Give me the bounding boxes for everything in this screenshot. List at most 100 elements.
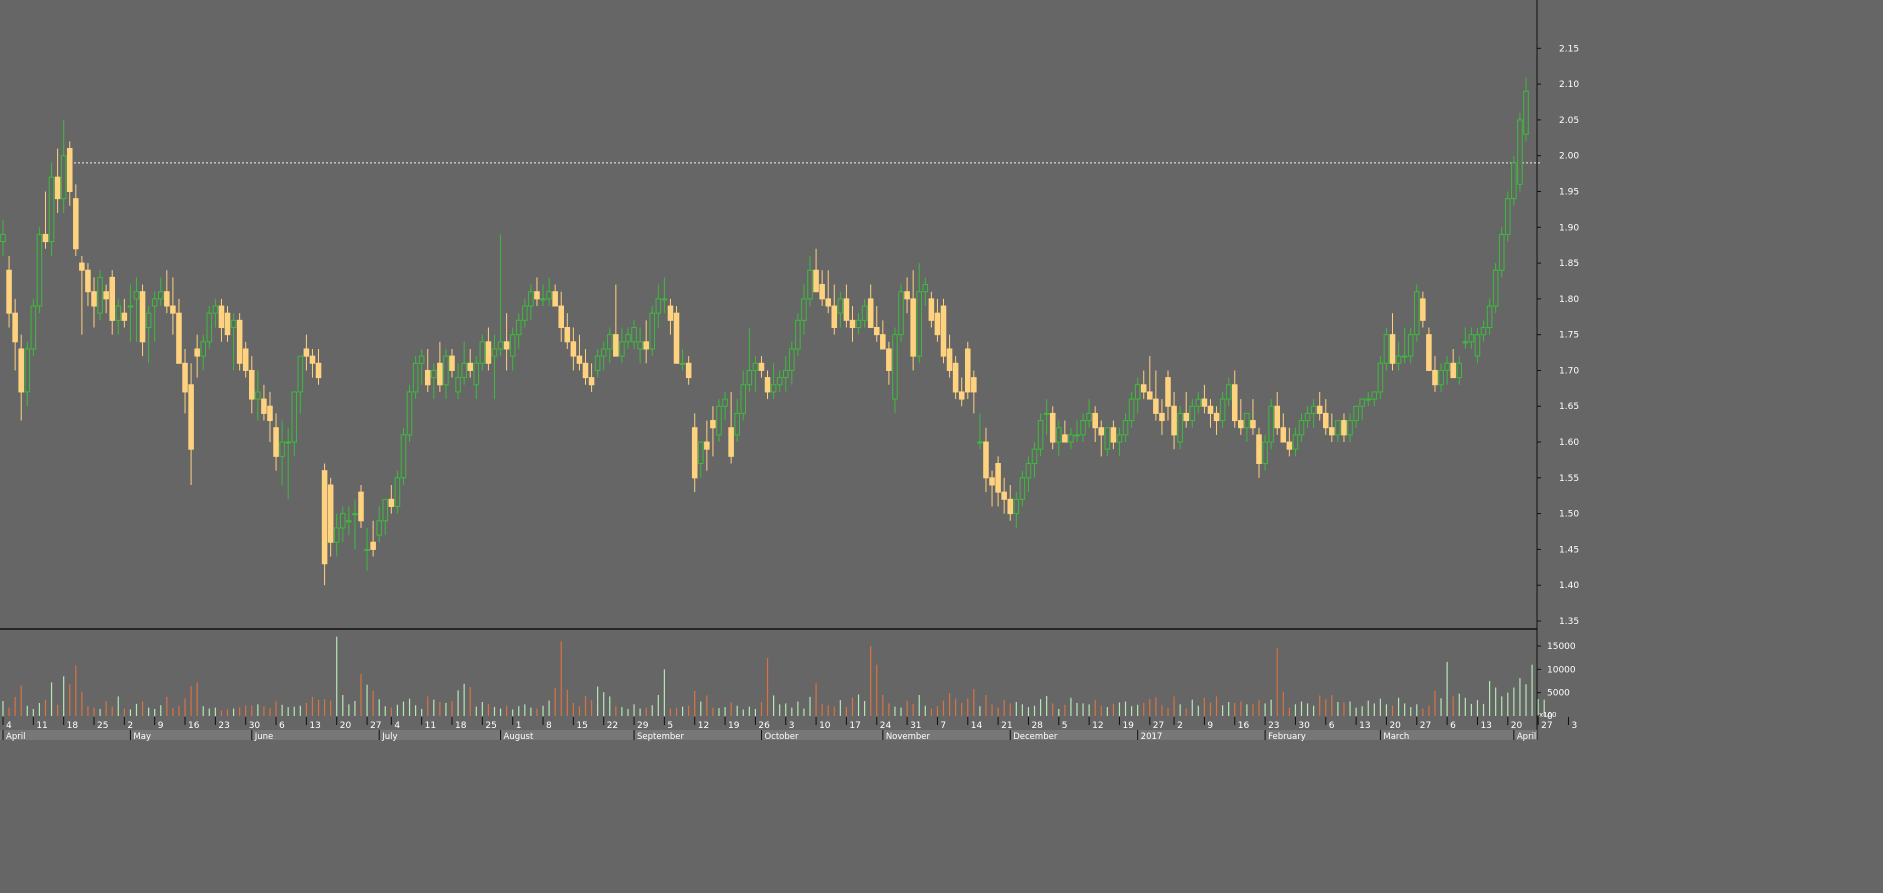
month-label: May bbox=[133, 732, 151, 742]
day-tick-label: 13 bbox=[1480, 721, 1491, 731]
candle-body bbox=[309, 355, 316, 364]
candle-body bbox=[97, 276, 103, 314]
candle bbox=[97, 270, 103, 321]
candle-body bbox=[1231, 384, 1238, 422]
candle-body bbox=[1347, 420, 1353, 436]
candle-body bbox=[1128, 398, 1135, 422]
candle-body bbox=[1140, 384, 1147, 393]
candle bbox=[673, 306, 680, 364]
candle-body bbox=[776, 377, 783, 386]
month-label: 2017 bbox=[1141, 732, 1163, 742]
day-tick-label: 23 bbox=[218, 721, 229, 731]
day-tick-label: 27 bbox=[1420, 721, 1431, 731]
day-tick-label: 3 bbox=[1571, 721, 1577, 731]
candle-body bbox=[1122, 420, 1129, 436]
day-tick-label: 26 bbox=[758, 721, 770, 731]
candle-body bbox=[1213, 412, 1220, 422]
candle-body bbox=[230, 319, 237, 328]
candle-body bbox=[236, 319, 243, 364]
candle-body bbox=[176, 312, 182, 364]
candle-body bbox=[364, 548, 370, 551]
candle-body bbox=[989, 477, 995, 486]
candle-body bbox=[164, 291, 170, 307]
month-label: August bbox=[504, 732, 534, 742]
candle-body bbox=[1177, 412, 1183, 443]
candle-body bbox=[182, 362, 188, 393]
candle-body bbox=[1225, 384, 1232, 400]
day-tick-label: 4 bbox=[394, 721, 400, 731]
candle-body bbox=[406, 391, 413, 436]
day-tick-label: 5 bbox=[1062, 721, 1068, 731]
candle-body bbox=[91, 291, 97, 307]
candle-body bbox=[916, 291, 923, 357]
day-tick-label: 29 bbox=[637, 721, 649, 731]
candle-body bbox=[1019, 477, 1026, 500]
candle-body bbox=[1207, 405, 1214, 414]
candle-body bbox=[1329, 427, 1335, 436]
candle-body bbox=[103, 291, 109, 300]
candle-body bbox=[1171, 405, 1177, 436]
candle-body bbox=[570, 341, 577, 357]
day-tick-label: 6 bbox=[1329, 721, 1335, 731]
candle-body bbox=[1092, 412, 1098, 429]
candle bbox=[400, 427, 407, 485]
candle-body bbox=[6, 269, 12, 314]
candle-body bbox=[194, 348, 200, 357]
candle-body bbox=[1389, 334, 1396, 364]
day-tick-label: 3 bbox=[789, 721, 795, 731]
candle-body bbox=[1438, 369, 1444, 386]
candle-body bbox=[1298, 420, 1305, 436]
price-tick-label: 1.85 bbox=[1559, 259, 1579, 269]
candle bbox=[1492, 263, 1499, 314]
candle bbox=[1268, 399, 1274, 450]
candle-body bbox=[594, 355, 601, 371]
day-tick-label: 25 bbox=[485, 721, 496, 731]
day-tick-label: 9 bbox=[158, 721, 164, 731]
candle-body bbox=[1110, 427, 1117, 443]
candle-body bbox=[297, 355, 304, 393]
day-tick-label: 16 bbox=[188, 721, 200, 731]
candle-body bbox=[873, 327, 880, 336]
candle-body bbox=[625, 334, 631, 343]
candle-body bbox=[600, 348, 607, 357]
candle-body bbox=[449, 355, 455, 371]
price-tick-label: 2.05 bbox=[1559, 116, 1579, 126]
day-tick-label: 2 bbox=[127, 721, 133, 731]
day-tick-label: 5 bbox=[667, 721, 673, 731]
candle-body bbox=[1341, 420, 1347, 436]
price-tick-label: 1.60 bbox=[1559, 438, 1579, 448]
candle-body bbox=[704, 441, 710, 450]
candle-body bbox=[837, 298, 844, 314]
candle-body bbox=[843, 298, 850, 321]
candle-body bbox=[1165, 377, 1171, 407]
candle-body bbox=[734, 412, 740, 436]
candle-body bbox=[983, 441, 989, 479]
candle-body bbox=[1001, 491, 1007, 500]
candle-body bbox=[716, 405, 722, 436]
candle bbox=[1498, 227, 1505, 278]
candle-body bbox=[819, 284, 825, 300]
candle-body bbox=[722, 398, 728, 407]
candle-body bbox=[952, 362, 959, 393]
candle-body bbox=[418, 355, 425, 364]
candle-body bbox=[0, 233, 6, 243]
candle-body bbox=[218, 305, 225, 328]
candle-body bbox=[1444, 362, 1450, 371]
candle-body bbox=[515, 319, 522, 336]
month-label: February bbox=[1268, 732, 1306, 742]
candle-body bbox=[661, 298, 668, 301]
month-label: October bbox=[764, 732, 799, 742]
candle-body bbox=[400, 434, 407, 479]
candle-body bbox=[1450, 362, 1456, 379]
price-tick-label: 1.65 bbox=[1559, 402, 1579, 412]
candle-body bbox=[1031, 448, 1038, 465]
candle-body bbox=[115, 305, 122, 321]
candle-body bbox=[1401, 355, 1408, 358]
candle-body bbox=[30, 305, 37, 350]
candle-body bbox=[1244, 412, 1250, 429]
candle-body bbox=[370, 541, 376, 550]
candle-body bbox=[1480, 327, 1487, 336]
month-label: April bbox=[1517, 732, 1536, 742]
price-tick-label: 1.40 bbox=[1559, 581, 1579, 591]
candle-body bbox=[497, 341, 504, 350]
